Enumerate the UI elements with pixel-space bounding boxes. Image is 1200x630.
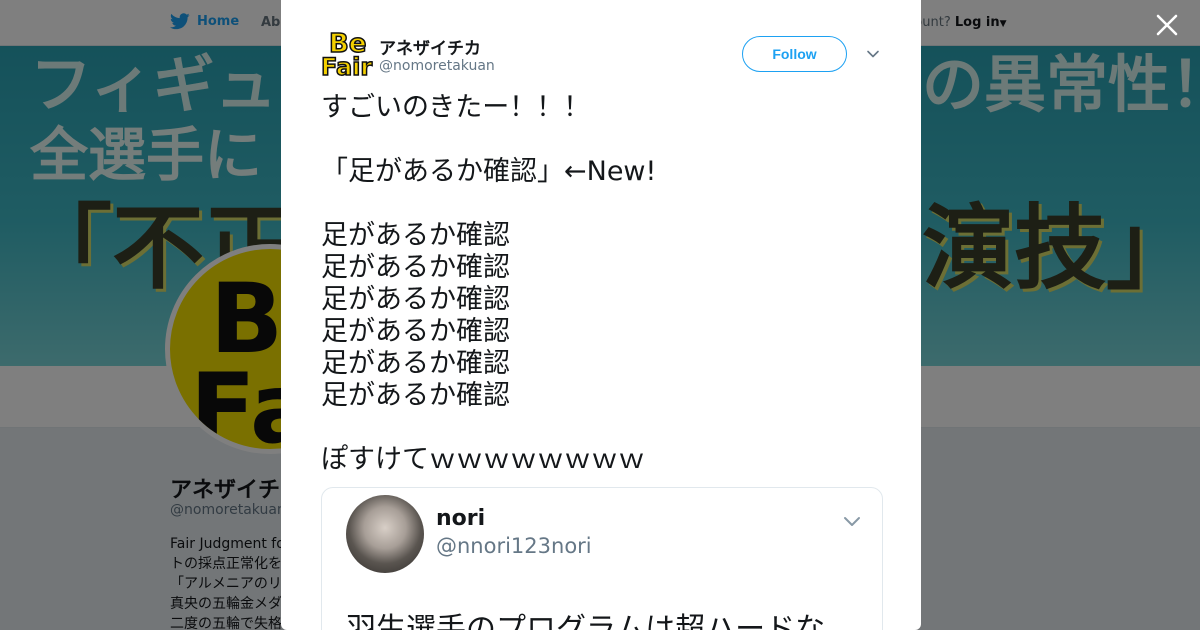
avatar-logo-text: Fair [320, 53, 373, 81]
chevron-down-icon[interactable] [842, 513, 862, 529]
quoted-tweet-card[interactable]: nori @nnori123nori 羽生選手のプログラムは超ハードな [321, 487, 883, 630]
tweet-modal: Be Fair アネザイチカ @nomoretakuan Follow すごいの… [281, 0, 921, 630]
tweet-line: 足があるか確認 [321, 348, 510, 379]
author-avatar[interactable]: Be Fair [320, 30, 373, 81]
close-icon[interactable] [1154, 12, 1180, 38]
tweet-line [321, 188, 901, 220]
tweet-line: 足があるか確認 [321, 316, 510, 347]
follow-button[interactable]: Follow [742, 36, 847, 72]
tweet-line: 足があるか確認 [321, 284, 510, 315]
tweet-line: 「足があるか確認」←New! [321, 156, 657, 187]
quoted-author-avatar [346, 495, 424, 573]
quoted-author-name: nori [436, 506, 486, 531]
tweet-line: すごいのきたー！！！ [321, 92, 591, 123]
author-handle[interactable]: @nomoretakuan [379, 58, 495, 74]
tweet-line: 足があるか確認 [321, 252, 510, 283]
quoted-author-handle: @nnori123nori [436, 534, 592, 558]
tweet-line [321, 412, 901, 444]
author-name[interactable]: アネザイチカ [379, 34, 481, 59]
tweet-text: すごいのきたー！！！ 「足があるか確認」←New! 足があるか確認 足があるか確… [321, 92, 901, 476]
tweet-line: ぽすけてｗｗｗｗｗｗｗｗ [321, 444, 645, 475]
chevron-down-icon[interactable] [866, 47, 880, 61]
tweet-line [321, 124, 901, 156]
tweet-line: 足があるか確認 [321, 380, 510, 411]
tweet-line: 足があるか確認 [321, 220, 510, 251]
quoted-tweet-text: 羽生選手のプログラムは超ハードな [346, 612, 826, 630]
